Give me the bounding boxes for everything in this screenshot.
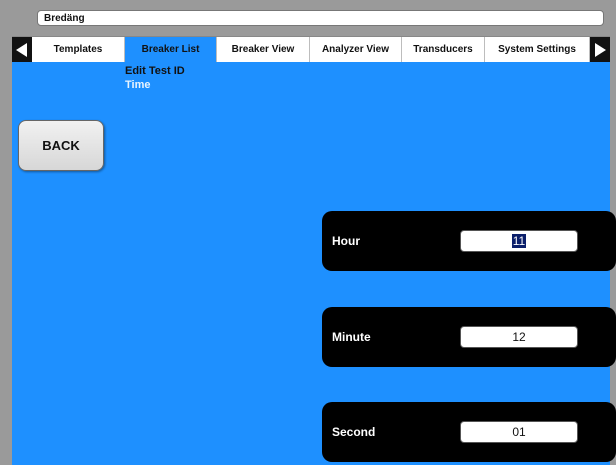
minute-label: Minute [332, 330, 371, 344]
minute-input[interactable]: 12 [460, 326, 578, 348]
hour-row: Hour 11 [322, 211, 616, 271]
tab-analyzer-view[interactable]: Analyzer View [310, 37, 402, 63]
submenu: Edit Test ID Time [125, 64, 185, 92]
frame-left [0, 0, 12, 465]
submenu-edit-test-id[interactable]: Edit Test ID [125, 64, 185, 78]
title-bar: Bredäng [12, 10, 604, 27]
hour-value: 11 [511, 234, 527, 248]
second-row: Second 01 [322, 402, 616, 462]
submenu-time[interactable]: Time [125, 78, 185, 92]
triangle-left-icon [16, 43, 27, 57]
tab-system-settings[interactable]: System Settings [485, 37, 590, 63]
tab-transducers[interactable]: Transducers [402, 37, 485, 63]
hour-input[interactable]: 11 [460, 230, 578, 252]
second-label: Second [332, 425, 376, 439]
back-button[interactable]: BACK [18, 120, 104, 171]
minute-row: Minute 12 [322, 307, 616, 367]
main-panel: Edit Test ID Time BACK Hour 11 Minute 12… [12, 62, 616, 465]
tab-breaker-list[interactable]: Breaker List [125, 37, 217, 63]
title-text: Bredäng [37, 10, 604, 26]
nav-right-button[interactable] [590, 37, 610, 63]
nav-left-button[interactable] [12, 37, 32, 63]
hour-label: Hour [332, 234, 360, 248]
tab-breaker-view[interactable]: Breaker View [217, 37, 310, 63]
tab-templates[interactable]: Templates [32, 37, 125, 63]
second-input[interactable]: 01 [460, 421, 578, 443]
triangle-right-icon [595, 43, 606, 57]
tab-strip: Templates Breaker List Breaker View Anal… [12, 36, 610, 64]
